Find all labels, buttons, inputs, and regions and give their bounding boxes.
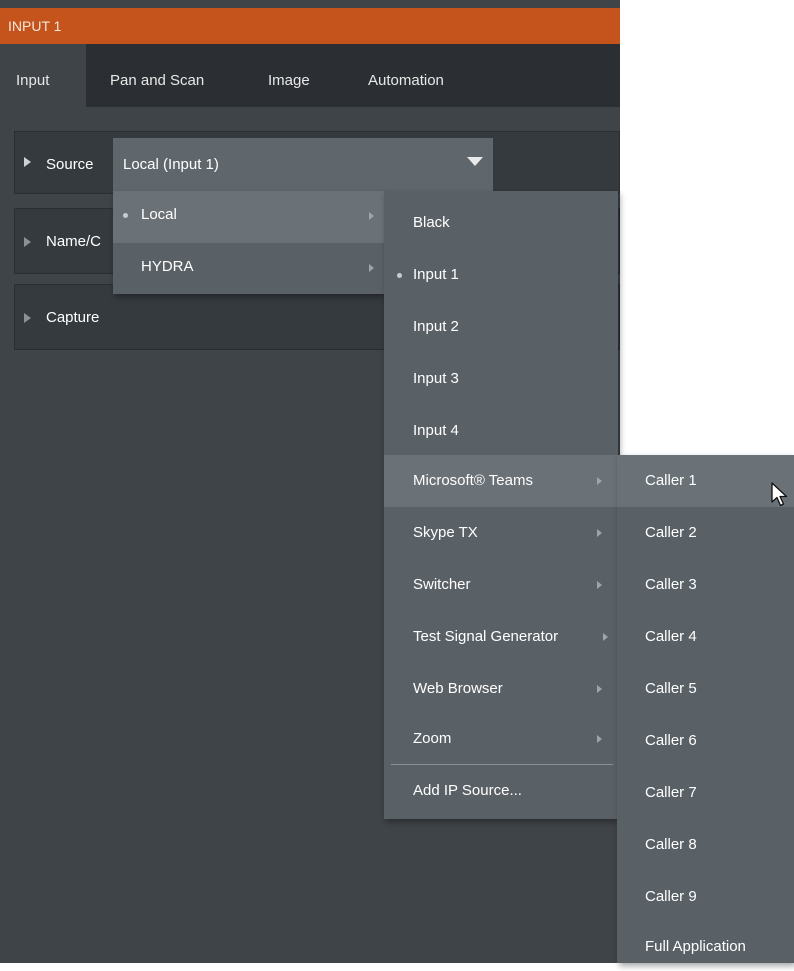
menu-item-hydra[interactable]: HYDRA [113,243,384,295]
menu-item-label: Test Signal Generator [413,628,559,645]
tab-input[interactable]: Input [0,44,86,107]
menu-item-label: Microsoft® Teams [413,472,533,489]
submenu-arrow-icon [597,529,602,537]
expand-triangle-icon[interactable] [24,157,31,167]
menu-item-label: Caller 8 [645,836,697,853]
expand-triangle-icon[interactable] [24,313,31,323]
tab-bar: Input Pan and Scan Image Automation [0,44,620,107]
menu-item-caller-1[interactable]: Caller 1 [617,455,794,507]
window-title-bar: INPUT 1 [0,8,620,44]
menu-item-zoom[interactable]: Zoom [384,713,618,765]
menu-item-caller-7[interactable]: Caller 7 [617,767,794,819]
menu-item-caller-9[interactable]: Caller 9 [617,871,794,923]
menu-item-label: Input 4 [413,422,459,439]
local-sources-menu: Black Input 1 Input 2 Input 3 Input 4 Mi… [384,191,618,819]
menu-item-label: Skype TX [413,524,478,541]
menu-item-web-browser[interactable]: Web Browser [384,663,618,715]
menu-item-switcher[interactable]: Switcher [384,559,618,611]
menu-item-caller-4[interactable]: Caller 4 [617,611,794,663]
menu-item-label: Switcher [413,576,471,593]
menu-item-caller-3[interactable]: Caller 3 [617,559,794,611]
menu-item-add-ip-source[interactable]: Add IP Source... [384,765,618,817]
menu-item-label: Caller 9 [645,888,697,905]
source-menu: Local HYDRA [113,191,384,294]
menu-item-label: Caller 5 [645,680,697,697]
submenu-arrow-icon [597,685,602,693]
menu-item-label: Input 3 [413,370,459,387]
menu-item-label: Caller 1 [645,472,697,489]
submenu-arrow-icon [603,633,608,641]
submenu-arrow-icon [369,212,374,220]
menu-item-label: Web Browser [413,680,503,697]
tab-image[interactable]: Image [268,44,310,107]
menu-item-label: Caller 2 [645,524,697,541]
menu-item-input-3[interactable]: Input 3 [384,353,618,405]
source-section-label: Source [46,156,94,173]
menu-item-label: Zoom [413,730,452,747]
menu-item-caller-2[interactable]: Caller 2 [617,507,794,559]
menu-item-input-1[interactable]: Input 1 [384,249,618,301]
menu-item-skype-tx[interactable]: Skype TX [384,507,618,559]
teams-callers-menu: Caller 1 Caller 2 Caller 3 Caller 4 Call… [617,455,794,963]
menu-item-label: HYDRA [141,258,194,275]
menu-item-label: Local [141,206,177,223]
menu-item-black[interactable]: Black [384,197,618,249]
menu-item-local[interactable]: Local [113,191,384,243]
menu-item-input-4[interactable]: Input 4 [384,405,618,457]
submenu-arrow-icon [369,264,374,272]
menu-item-label: Caller 6 [645,732,697,749]
menu-item-microsoft-teams[interactable]: Microsoft® Teams [384,455,618,507]
source-dropdown[interactable]: Local (Input 1) [113,138,493,191]
dropdown-arrow-icon[interactable] [467,157,483,166]
menu-item-label: Input 1 [413,266,459,283]
window-title: INPUT 1 [8,18,62,34]
menu-item-full-application[interactable]: Full Application [617,923,794,963]
name-section-label: Name/C [46,233,102,250]
submenu-arrow-icon [597,735,602,743]
submenu-arrow-icon [597,581,602,589]
menu-item-label: Caller 7 [645,784,697,801]
menu-item-label: Add IP Source... [413,782,522,799]
menu-item-test-signal-generator[interactable]: Test Signal Generator [384,611,618,663]
selected-dot-icon [123,213,128,218]
menu-item-caller-8[interactable]: Caller 8 [617,819,794,871]
tab-pan-and-scan[interactable]: Pan and Scan [110,44,204,107]
mouse-pointer-icon [771,482,788,507]
submenu-arrow-icon [597,477,602,485]
menu-item-input-2[interactable]: Input 2 [384,301,618,353]
source-dropdown-value: Local (Input 1) [123,156,219,173]
menu-item-label: Caller 4 [645,628,697,645]
capture-section-label: Capture [46,309,100,326]
menu-item-label: Caller 3 [645,576,697,593]
expand-triangle-icon[interactable] [24,237,31,247]
menu-item-label: Black [413,214,450,231]
menu-item-caller-5[interactable]: Caller 5 [617,663,794,715]
tab-automation[interactable]: Automation [368,44,444,107]
menu-item-label: Input 2 [413,318,459,335]
menu-item-caller-6[interactable]: Caller 6 [617,715,794,767]
selected-dot-icon [397,273,402,278]
menu-item-label: Full Application [645,938,746,955]
